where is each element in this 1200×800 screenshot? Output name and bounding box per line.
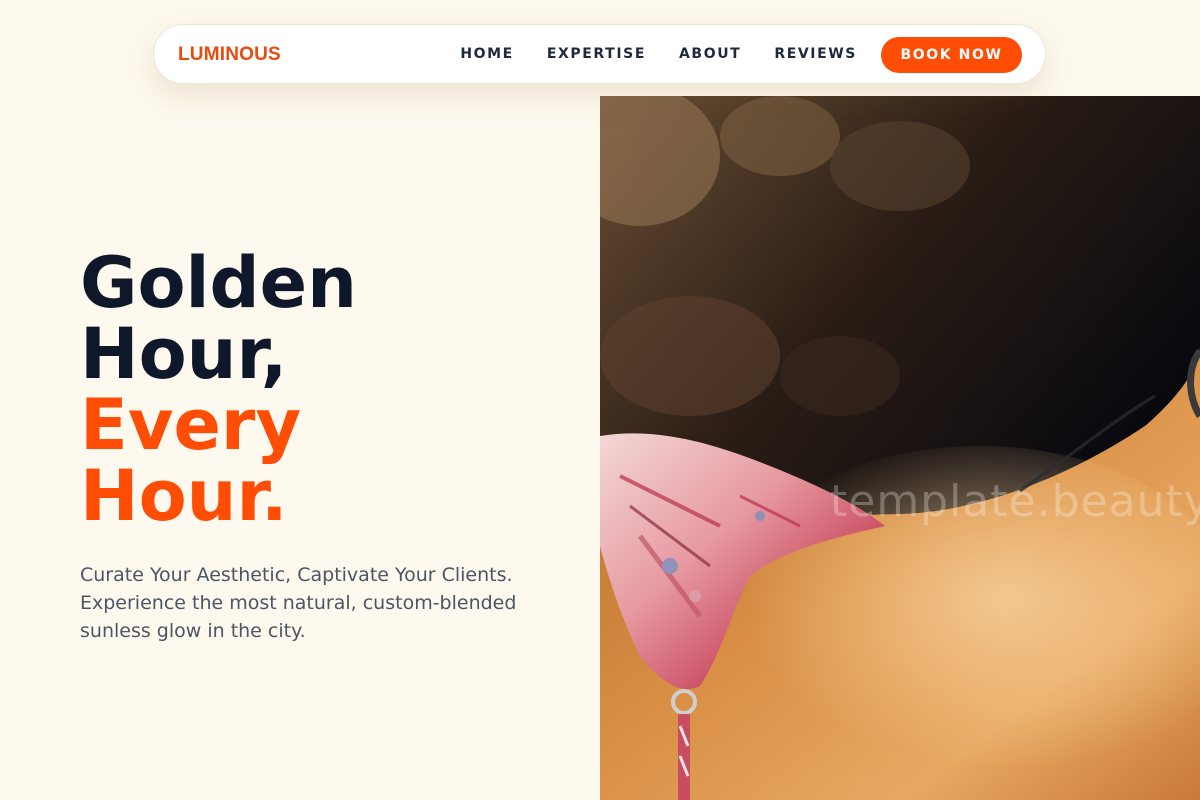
top-navigation: LUMINOUS HOME EXPERTISE ABOUT REVIEWS BO… [153,24,1046,84]
nav-link-home[interactable]: HOME [460,46,514,62]
headline-line-4: Hour. [80,455,288,537]
hero-headline: Golden Hour, Every Hour. [80,248,357,532]
nav-link-reviews[interactable]: REVIEWS [774,46,857,62]
brand-logo[interactable]: LUMINOUS [178,44,281,66]
nav-link-expertise[interactable]: EXPERTISE [547,46,646,62]
nav-links: HOME EXPERTISE ABOUT REVIEWS [460,25,857,83]
headline-line-2: Hour, [80,313,288,395]
hero-photo: template.beauty [600,96,1200,800]
landing-page: template.beauty LUMINOUS HOME EXPERTISE … [0,0,1200,800]
image-watermark: template.beauty [830,476,1200,527]
hero-subtext: Curate Your Aesthetic, Captivate Your Cl… [80,564,517,642]
book-now-button[interactable]: BOOK NOW [881,37,1022,73]
headline-line-1: Golden [80,242,357,324]
headline-line-3: Every [80,384,302,466]
nav-link-about[interactable]: ABOUT [679,46,741,62]
